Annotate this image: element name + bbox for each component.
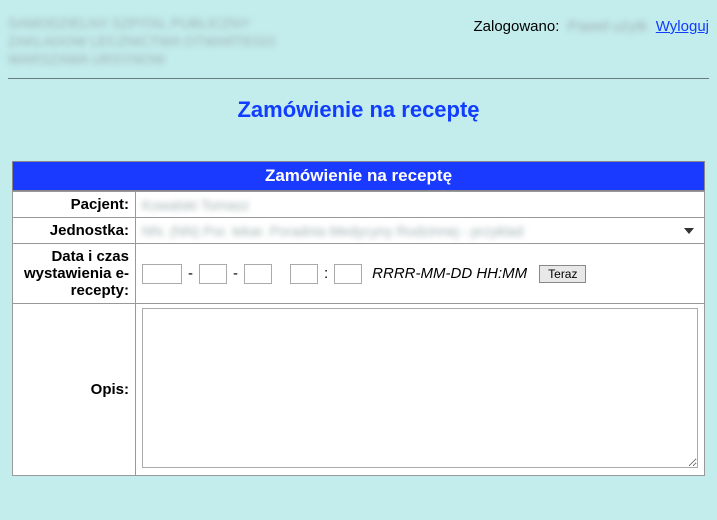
label-patient: Pacjent: bbox=[13, 192, 136, 218]
opis-textarea[interactable] bbox=[142, 308, 698, 468]
logout-link[interactable]: Wyloguj bbox=[656, 18, 709, 35]
date-format-hint: RRRR-MM-DD HH:MM bbox=[372, 265, 527, 282]
value-patient: Kowalski Tomasz bbox=[142, 197, 249, 213]
sep-colon: : bbox=[324, 265, 328, 282]
row-opis: Opis: bbox=[13, 304, 705, 476]
sep-dash-1: - bbox=[188, 265, 193, 282]
org-name: SAMODZIELNY SZPITAL PUBLICZNY ZAKLADOW L… bbox=[8, 14, 275, 68]
row-patient: Pacjent: Kowalski Tomasz bbox=[13, 192, 705, 218]
now-button[interactable]: Teraz bbox=[539, 265, 586, 283]
page-title: Zamówienie na receptę bbox=[8, 97, 709, 123]
minute-input[interactable] bbox=[334, 264, 362, 284]
sep-dash-2: - bbox=[233, 265, 238, 282]
label-unit: Jednostka: bbox=[13, 218, 136, 244]
section-header: Zamówienie na receptę bbox=[12, 161, 705, 191]
value-date-cell: - - : RRRR-MM-DD HH:MM Teraz bbox=[136, 244, 705, 304]
date-row: - - : RRRR-MM-DD HH:MM Teraz bbox=[142, 264, 698, 284]
label-date: Data i czas wystawienia e-recepty: bbox=[13, 244, 136, 304]
label-opis: Opis: bbox=[13, 304, 136, 476]
form-table: Pacjent: Kowalski Tomasz Jednostka: NN. … bbox=[12, 191, 705, 476]
top-bar: SAMODZIELNY SZPITAL PUBLICZNY ZAKLADOW L… bbox=[8, 8, 709, 79]
day-input[interactable] bbox=[244, 264, 272, 284]
form-wrap: Zamówienie na receptę Pacjent: Kowalski … bbox=[12, 161, 705, 476]
login-block: Zalogowano: Paweł użytk Wyloguj bbox=[473, 14, 709, 35]
value-patient-cell: Kowalski Tomasz bbox=[136, 192, 705, 218]
year-input[interactable] bbox=[142, 264, 182, 284]
value-unit-cell: NN. (NN) Por. lekar. Poradnia Medycyny R… bbox=[136, 218, 705, 244]
hour-input[interactable] bbox=[290, 264, 318, 284]
month-input[interactable] bbox=[199, 264, 227, 284]
row-unit: Jednostka: NN. (NN) Por. lekar. Poradnia… bbox=[13, 218, 705, 244]
logged-label: Zalogowano: bbox=[473, 18, 559, 35]
value-opis-cell bbox=[136, 304, 705, 476]
chevron-down-icon[interactable] bbox=[684, 228, 694, 234]
value-unit: NN. (NN) Por. lekar. Poradnia Medycyny R… bbox=[142, 223, 523, 239]
row-date: Data i czas wystawienia e-recepty: - - :… bbox=[13, 244, 705, 304]
unit-select[interactable]: NN. (NN) Por. lekar. Poradnia Medycyny R… bbox=[142, 223, 698, 239]
logged-user: Paweł użytk bbox=[568, 18, 648, 35]
